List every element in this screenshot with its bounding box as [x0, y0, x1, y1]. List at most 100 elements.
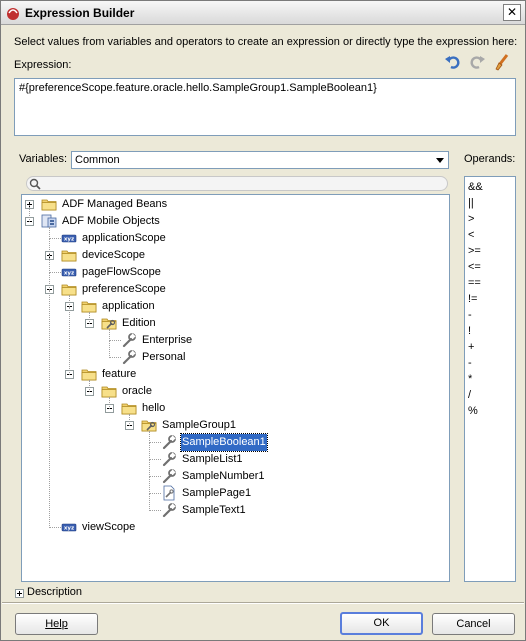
- variables-label: Variables:: [19, 153, 68, 165]
- help-button-label: Help: [45, 618, 68, 630]
- tree-node-label: deviceScope: [82, 249, 145, 261]
- tree-node-label: preferenceScope: [82, 283, 166, 295]
- tree-node[interactable]: Enterprise: [22, 332, 449, 349]
- tree-node[interactable]: application: [22, 298, 449, 315]
- ok-button[interactable]: OK: [340, 612, 423, 635]
- cancel-button-label: Cancel: [456, 618, 491, 630]
- operand-item[interactable]: *: [468, 371, 512, 387]
- close-button[interactable]: ✕: [503, 4, 521, 21]
- help-button[interactable]: Help: [15, 613, 98, 635]
- instructions-text: Select values from variables and operato…: [14, 36, 518, 48]
- tree-node[interactable]: feature: [22, 366, 449, 383]
- description-toggle[interactable]: Description: [27, 586, 82, 598]
- operand-item[interactable]: >=: [468, 243, 512, 259]
- tree-connector-line: [49, 238, 61, 239]
- tree-connector-line: [49, 256, 50, 273]
- tree-node[interactable]: SampleList1: [22, 451, 449, 468]
- tree-node-label: SampleBoolean1: [180, 433, 268, 452]
- clear-icon[interactable]: [493, 53, 511, 71]
- tree-connector-line: [49, 227, 50, 239]
- tree-node[interactable]: ADF Mobile Objects: [22, 213, 449, 230]
- redo-icon[interactable]: [468, 53, 486, 71]
- folder-icon: [61, 250, 77, 262]
- tree-connector-line: [149, 510, 161, 511]
- tree-connector-line: [49, 290, 50, 528]
- scope-icon: xyz: [61, 268, 77, 277]
- tree-node[interactable]: SampleGroup1: [22, 417, 449, 434]
- tree-node[interactable]: Personal: [22, 349, 449, 366]
- operand-item[interactable]: ||: [468, 195, 512, 211]
- operand-item[interactable]: ==: [468, 275, 512, 291]
- tree-node[interactable]: Edition: [22, 315, 449, 332]
- undo-icon[interactable]: [444, 53, 462, 71]
- tree-node[interactable]: xyz viewScope: [22, 519, 449, 536]
- operand-item[interactable]: -: [468, 355, 512, 371]
- tree-node-label: SamplePage1: [182, 487, 252, 499]
- tree-search-input[interactable]: [26, 176, 448, 191]
- tree-node[interactable]: oracle: [22, 383, 449, 400]
- tree-connector-line: [149, 460, 150, 477]
- search-icon: [29, 178, 41, 190]
- operand-item[interactable]: !: [468, 323, 512, 339]
- tree-node[interactable]: xyz applicationScope: [22, 230, 449, 247]
- tree-node[interactable]: hello: [22, 400, 449, 417]
- tree-connector-line: [29, 205, 30, 222]
- operand-item[interactable]: <=: [468, 259, 512, 275]
- tree-connector-line: [109, 357, 121, 358]
- operands-list[interactable]: && || > < >= <= == != -! + - * /%: [464, 176, 516, 582]
- tree-node[interactable]: SamplePage1: [22, 485, 449, 502]
- tree-node[interactable]: xyz pageFlowScope: [22, 264, 449, 281]
- tree-connector-line: [149, 443, 150, 460]
- tree-node-label: hello: [142, 402, 166, 414]
- tree-connector-line: [89, 380, 90, 392]
- wrench-icon: [162, 452, 176, 467]
- tree-node[interactable]: SampleBoolean1: [22, 433, 449, 452]
- tree-connector-line: [149, 431, 150, 443]
- operand-item[interactable]: >: [468, 211, 512, 227]
- tree-node[interactable]: SampleText1: [22, 502, 449, 519]
- operand-item[interactable]: +: [468, 339, 512, 355]
- operand-item[interactable]: &&: [468, 179, 512, 195]
- tree-connector-line: [109, 341, 110, 358]
- tree-node[interactable]: preferenceScope: [22, 281, 449, 298]
- tree-node[interactable]: SampleNumber1: [22, 468, 449, 485]
- tree-node-label: SampleText1: [182, 504, 246, 516]
- variables-tree[interactable]: ADF Managed Beans ADF Mobile Objects xyz ap…: [21, 194, 450, 582]
- cancel-button[interactable]: Cancel: [432, 613, 515, 635]
- description-expand-icon[interactable]: [15, 589, 24, 598]
- operands-label: Operands:: [464, 153, 516, 165]
- operand-item[interactable]: <: [468, 227, 512, 243]
- wrench-icon: [162, 503, 176, 518]
- operand-item[interactable]: !=: [468, 291, 512, 307]
- page-icon: [163, 485, 175, 501]
- footer-divider: [2, 602, 524, 604]
- tree-node-label: SampleGroup1: [162, 419, 236, 431]
- variables-select[interactable]: Common: [71, 151, 449, 169]
- tree-node-label: viewScope: [82, 521, 136, 533]
- expression-label: Expression:: [14, 59, 72, 71]
- operand-item[interactable]: /: [468, 387, 512, 403]
- tree-node[interactable]: ADF Managed Beans: [22, 196, 449, 213]
- tree-connector-line: [109, 340, 121, 341]
- tree-connector-line: [149, 442, 161, 443]
- svg-text:xyz: xyz: [64, 271, 74, 277]
- tree-node-label: ADF Mobile Objects: [62, 215, 160, 227]
- tree-connector-line: [129, 414, 130, 426]
- window-title: Expression Builder: [25, 6, 135, 20]
- tree-node-label: feature: [102, 368, 137, 380]
- folder-icon: [41, 199, 57, 211]
- scope-icon: xyz: [61, 523, 77, 532]
- wrench-icon: [162, 435, 176, 450]
- tree-node-label: SampleList1: [182, 453, 243, 465]
- tree-node-label: applicationScope: [82, 232, 166, 244]
- expression-input[interactable]: #{preferenceScope.feature.oracle.hello.S…: [14, 78, 516, 136]
- tree-node[interactable]: deviceScope: [22, 247, 449, 264]
- tree-node-label: Personal: [142, 351, 186, 363]
- ok-button-label: OK: [373, 617, 390, 629]
- app-icon: [7, 8, 19, 20]
- tree-node-label: Edition: [122, 317, 156, 329]
- operand-item[interactable]: -: [468, 307, 512, 323]
- title-bar[interactable]: Expression Builder ✕: [1, 1, 525, 25]
- tree-connector-line: [149, 493, 161, 494]
- operand-item[interactable]: %: [468, 403, 512, 419]
